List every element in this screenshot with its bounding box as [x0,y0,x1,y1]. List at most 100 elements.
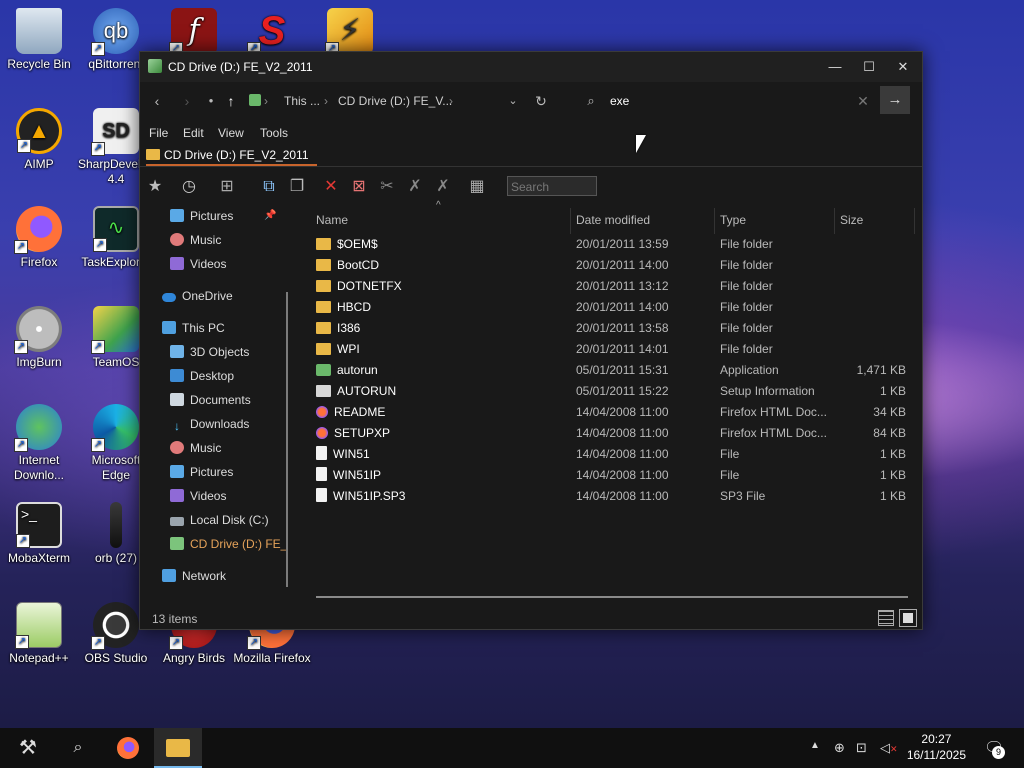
refresh-icon[interactable]: ↻ [532,92,550,110]
nav-videos-quick[interactable]: Videos [170,254,226,274]
firefox-taskbar-icon[interactable] [104,728,152,768]
table-row[interactable]: README 14/04/2008 11:00 Firefox HTML Doc..… [310,402,910,423]
desktop-icon-shield-s[interactable]: S ↗ [233,8,311,57]
recent-dot-icon[interactable]: ● [202,92,220,110]
nav-music-quick[interactable]: Music [170,230,221,250]
column-separator[interactable] [714,208,715,234]
details-view-icon[interactable] [878,610,894,626]
view-grid-icon[interactable]: ▦ [466,176,488,198]
table-row[interactable]: DOTNETFX 20/01/2011 13:12 File folder [310,276,910,297]
desktop-icon-mobaxterm[interactable]: >_ ↗ MobaXterm [0,502,78,566]
close-tab-icon[interactable]: ✗ [404,176,426,198]
column-header-type[interactable]: Type [720,210,746,230]
table-row[interactable]: $OEM$ 20/01/2011 13:59 File folder [310,234,910,255]
file-explorer-taskbar-icon[interactable] [154,728,202,768]
new-window-icon[interactable]: ⧉ [258,176,280,198]
meet-now-icon[interactable]: ⊕ [834,740,845,756]
large-icons-view-icon[interactable] [899,609,917,627]
pin-icon[interactable]: 📌 [264,206,276,226]
nav-this-pc[interactable]: This PC [162,318,225,338]
desktop-icon-imgburn[interactable]: ↗ ImgBurn [0,306,78,370]
search-taskbar-icon[interactable]: ⌕ [54,728,102,768]
nav-pictures-pinned[interactable]: Pictures [170,206,233,226]
menu-view[interactable]: View [218,126,244,140]
table-row[interactable]: WIN51IP 14/04/2008 11:00 File 1 KB [310,465,910,486]
minimize-button[interactable]: — [818,52,852,82]
cut-icon[interactable]: ✂ [376,176,398,198]
table-row[interactable]: AUTORUN 05/01/2011 15:22 Setup Information… [310,381,910,402]
close-button[interactable]: ✕ [886,52,920,82]
tab-cd-drive[interactable]: CD Drive (D:) FE_V2_2011 [146,148,317,166]
menu-file[interactable]: File [149,126,168,140]
column-header-size[interactable]: Size [840,210,863,230]
up-icon[interactable]: ↑ [222,92,240,110]
desktop-icon-idm[interactable]: ↗ Internet Downlo... [0,404,78,483]
clear-search-icon[interactable]: ✕ [854,92,872,110]
column-separator[interactable] [914,208,915,234]
nav-local-disk[interactable]: Local Disk (C:) [170,510,269,530]
nav-scrollbar[interactable] [286,292,288,587]
breadcrumb-this-pc[interactable]: This ... [284,94,320,108]
search-input[interactable]: exe [610,94,629,108]
table-row[interactable]: BootCD 20/01/2011 14:00 File folder [310,255,910,276]
firefox-html-icon [316,427,328,439]
pictures-icon [170,209,184,222]
maximize-button[interactable]: ☐ [852,52,886,82]
column-separator[interactable] [570,208,571,234]
nav-pictures[interactable]: Pictures [170,462,233,482]
horizontal-scrollbar[interactable] [316,596,908,598]
table-row[interactable]: autorun 05/01/2011 15:31 Application 1,471 … [310,360,910,381]
desktop-icon-notepadpp[interactable]: ↗ Notepad++ [0,602,78,666]
clock[interactable]: 20:27 16/11/2025 [907,731,966,763]
desktop-icon-lightning[interactable]: ⚡ ↗ [311,8,389,57]
table-row[interactable]: WIN51 14/04/2008 11:00 File 1 KB [310,444,910,465]
nav-videos[interactable]: Videos [170,486,226,506]
nav-music[interactable]: Music [170,438,221,458]
column-header-name[interactable]: Name [316,210,348,230]
table-row[interactable]: WIN51IP.SP3 14/04/2008 11:00 SP3 File 1 KB [310,486,910,507]
menu-tools[interactable]: Tools [260,126,288,140]
nav-desktop[interactable]: Desktop [170,366,234,386]
volume-muted-icon[interactable]: ◁✕ [880,740,898,756]
windows-flag-icon[interactable]: ⊞ [216,176,238,198]
nav-network[interactable]: Network [162,566,226,586]
nav-3d-objects[interactable]: 3D Objects [170,342,249,362]
nav-downloads[interactable]: ↓ Downloads [170,414,249,434]
address-row: ‹ › ● ↑ › This ... › CD Drive (D:) FE_V.… [140,84,922,118]
desktop-icon-firefox[interactable]: ↗ Firefox [0,206,78,270]
nav-cd-drive[interactable]: CD Drive (D:) FE_ [170,534,287,554]
back-icon[interactable]: ‹ [148,92,166,110]
table-row[interactable]: HBCD 20/01/2011 14:00 File folder [310,297,910,318]
start-button[interactable]: ⚒ [4,728,52,768]
nav-onedrive[interactable]: OneDrive [162,286,233,306]
favorites-star-icon[interactable]: ★ [144,176,166,198]
close-all-icon[interactable]: ✗ [432,176,454,198]
delete-icon[interactable]: ✕ [320,176,342,198]
forward-icon[interactable]: › [178,92,196,110]
history-clock-icon[interactable]: ◷ [178,176,200,198]
desktop-icon-label: qBittorrent [88,57,144,71]
search-go-button[interactable]: → [880,86,910,114]
title-bar[interactable]: CD Drive (D:) FE_V2_2011 — ☐ ✕ [140,52,922,82]
nav-documents[interactable]: Documents [170,390,251,410]
delete-window-icon[interactable]: ⊠ [348,176,370,198]
desktop-icon-aimp[interactable]: ▲ ↗ AIMP [0,108,78,172]
imgburn-icon: ↗ [14,306,62,354]
tile-windows-icon[interactable]: ❐ [286,176,308,198]
table-row[interactable]: WPI 20/01/2011 14:01 File folder [310,339,910,360]
folder-icon [316,322,331,334]
table-row[interactable]: I386 20/01/2011 13:58 File folder [310,318,910,339]
notification-center-icon[interactable]: 🗨9 [984,738,1005,759]
show-hidden-icons-icon[interactable]: ▲ [810,740,820,751]
desktop-icon-recycle-bin[interactable]: Recycle Bin [0,8,78,72]
column-separator[interactable] [834,208,835,234]
file-date: 20/01/2011 13:12 [576,279,669,293]
network-tray-icon[interactable]: ⊡ [856,740,867,756]
toolbar-search-input[interactable]: Search [507,176,597,196]
address-dropdown-icon[interactable]: ⌄ [504,92,522,110]
desktop-icon-flash[interactable]: f ↗ [155,8,233,57]
column-header-date[interactable]: Date modified [576,210,650,230]
menu-edit[interactable]: Edit [183,126,204,140]
breadcrumb-cd-drive[interactable]: CD Drive (D:) FE_V... [338,94,452,108]
table-row[interactable]: SETUPXP 14/04/2008 11:00 Firefox HTML Doc.… [310,423,910,444]
